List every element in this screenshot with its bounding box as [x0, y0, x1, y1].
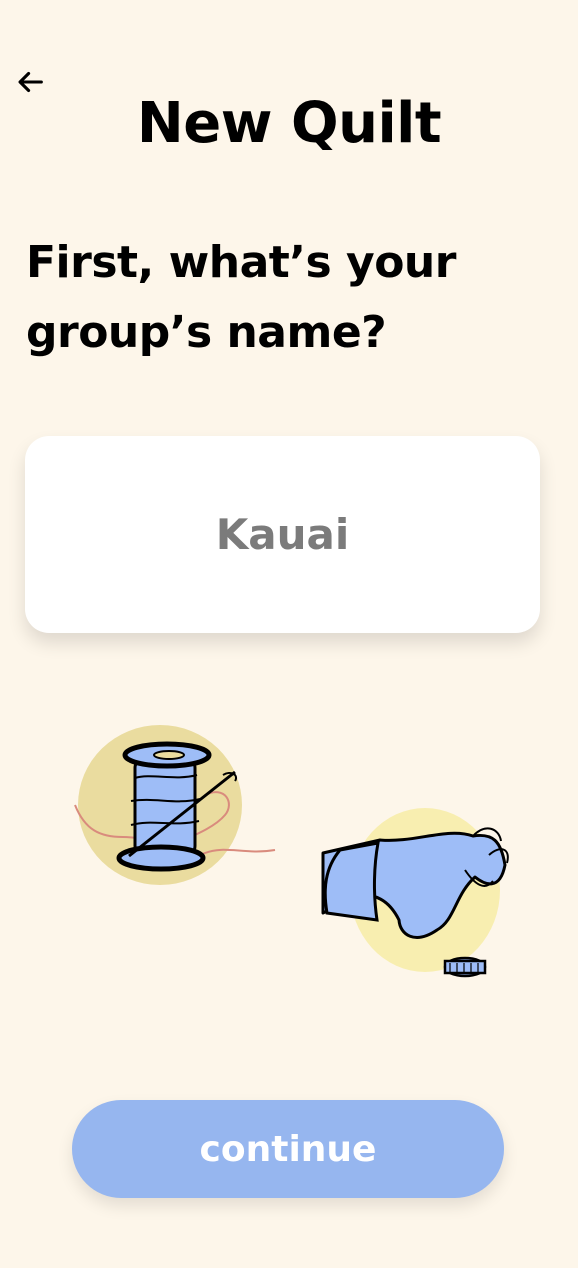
- glove-icon: [321, 808, 509, 972]
- thimble-icon: [443, 956, 487, 978]
- group-name-card: [25, 436, 540, 633]
- page-title: New Quilt: [136, 91, 442, 156]
- group-name-input[interactable]: [25, 436, 540, 633]
- sewing-illustration: [55, 715, 525, 990]
- question-text: First, what’s your group’s name?: [26, 237, 456, 358]
- thread-spool-icon: [74, 725, 276, 885]
- new-quilt-screen: New Quilt First, what’s your group’s nam…: [0, 0, 578, 1268]
- continue-button[interactable]: continue: [72, 1100, 504, 1198]
